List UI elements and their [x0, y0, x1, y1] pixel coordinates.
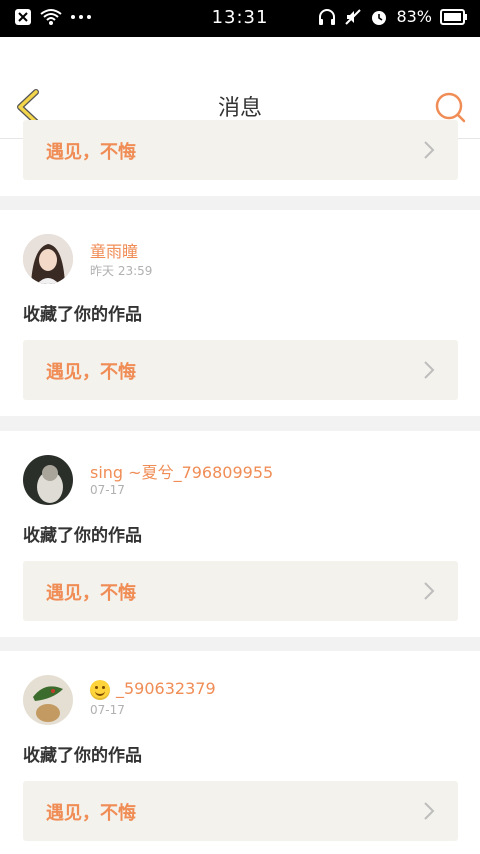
battery-percent: 83% — [396, 7, 432, 26]
work-link-label: 遇见，不悔 — [46, 583, 136, 604]
username[interactable]: 童雨瞳 — [90, 238, 138, 262]
message-text: 收藏了你的作品 — [23, 526, 142, 546]
work-link-label: 遇见，不悔 — [46, 362, 136, 383]
avatar[interactable] — [23, 455, 73, 505]
avatar-photo — [23, 455, 73, 505]
username[interactable]: sing ~夏兮_796809955 — [90, 459, 273, 483]
status-right-icons: 83% — [318, 7, 468, 26]
timestamp: 07-17 — [90, 703, 125, 717]
timestamp: 07-17 — [90, 483, 125, 497]
avatar-photo — [23, 234, 73, 284]
work-link[interactable]: 遇见，不悔 — [23, 340, 458, 400]
alarm-icon — [372, 10, 387, 25]
page-title: 消息 — [217, 96, 262, 121]
avatar[interactable] — [23, 234, 73, 284]
work-link[interactable]: 遇见，不悔 — [23, 561, 458, 621]
username-text: _590632379 — [116, 679, 216, 698]
work-link-label: 遇见，不悔 — [46, 803, 136, 824]
message-text: 收藏了你的作品 — [23, 746, 142, 766]
work-link-label: 遇见，不悔 — [46, 142, 136, 163]
work-link[interactable]: 遇见，不悔 — [23, 120, 458, 180]
message-card-partial: 遇见，不悔 — [0, 120, 480, 196]
chevron-right-icon — [424, 582, 435, 600]
headphones-icon — [319, 8, 336, 25]
timestamp: 昨天 23:59 — [90, 264, 153, 278]
smiley-emoji-icon — [90, 679, 110, 700]
battery-icon — [440, 8, 467, 25]
avatar-photo — [23, 675, 73, 725]
chevron-right-icon — [424, 141, 435, 159]
search-icon[interactable] — [434, 91, 466, 123]
chevron-right-icon — [424, 361, 435, 379]
message-card[interactable]: 童雨瞳 昨天 23:59 收藏了你的作品 遇见，不悔 — [0, 210, 480, 416]
message-card[interactable]: sing ~夏兮_796809955 07-17 收藏了你的作品 遇见，不悔 — [0, 431, 480, 637]
work-link[interactable]: 遇见，不悔 — [23, 781, 458, 841]
message-text: 收藏了你的作品 — [23, 305, 142, 325]
username[interactable]: _590632379 — [90, 679, 216, 700]
chevron-right-icon — [424, 802, 435, 820]
mute-icon — [345, 8, 362, 25]
message-card[interactable]: _590632379 07-17 收藏了你的作品 遇见，不悔 — [0, 651, 480, 854]
status-bar: 13:31 83% — [0, 0, 480, 37]
avatar[interactable] — [23, 675, 73, 725]
